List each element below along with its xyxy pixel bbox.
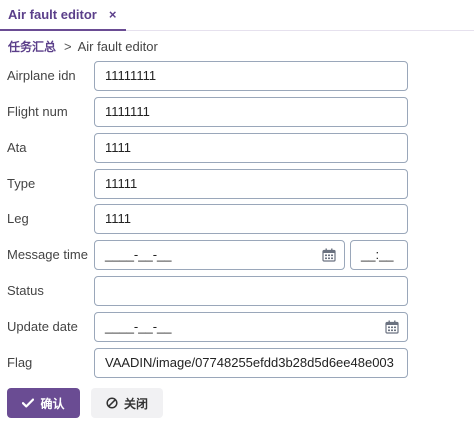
breadcrumb-current: Air fault editor [77,38,158,54]
update-date-field[interactable]: ____-__-__ [94,312,408,342]
tab-title: Air fault editor [8,7,97,22]
flight-num-field[interactable]: 1111111 [94,97,408,127]
leg-label: Leg [7,211,29,226]
tab-close-icon[interactable]: × [109,8,117,21]
leg-row: Leg 1111 [0,204,474,234]
airplane-idn-row: Airplane idn 11111111 [0,61,474,91]
calendar-icon[interactable] [322,248,336,262]
airplane-idn-field[interactable]: 11111111 [94,61,408,91]
flag-field[interactable]: VAADIN/image/07748255efdd3b28d5d6ee48e00… [94,348,408,378]
status-field[interactable] [94,276,408,306]
confirm-button-label: 确认 [40,396,65,411]
ata-label: Ata [7,140,27,155]
type-row: Type 11111 [0,169,474,199]
message-time-date-value: ____-__-__ [105,247,172,262]
close-button-label: 关闭 [123,396,148,411]
check-icon [22,398,35,408]
flight-num-row: Flight num 1111111 [0,97,474,127]
airplane-idn-label: Airplane idn [7,68,76,83]
update-date-row: Update date ____-__-__ [0,312,474,342]
leg-field[interactable]: 1111 [94,204,408,234]
breadcrumb-separator: > [64,38,72,54]
message-time-time-field[interactable]: __:__ [350,240,408,270]
flag-row: Flag VAADIN/image/07748255efdd3b28d5d6ee… [0,348,474,378]
type-label: Type [7,176,36,191]
tab-bar: Air fault editor × [0,0,474,31]
status-label: Status [7,283,44,298]
update-date-label: Update date [7,319,78,334]
ata-field[interactable]: 1111 [94,133,408,163]
breadcrumb-root-link[interactable]: 任务汇总 [8,38,56,55]
flag-label: Flag [7,355,33,370]
update-date-value: ____-__-__ [105,319,172,334]
type-field[interactable]: 11111 [94,169,408,199]
calendar-icon[interactable] [385,320,399,334]
flight-num-label: Flight num [7,104,68,119]
ban-icon [106,397,118,409]
status-row: Status [0,276,474,306]
ata-row: Ata 1111 [0,133,474,163]
message-time-label: Message time [7,247,88,262]
breadcrumb: 任务汇总 > Air fault editor [8,37,158,55]
close-button[interactable]: 关闭 [91,388,163,418]
message-time-date-field[interactable]: ____-__-__ [94,240,345,270]
confirm-button[interactable]: 确认 [7,388,80,418]
message-time-row: Message time ____-__-__ __:__ [0,240,474,270]
tab-air-fault-editor[interactable]: Air fault editor × [0,0,127,31]
